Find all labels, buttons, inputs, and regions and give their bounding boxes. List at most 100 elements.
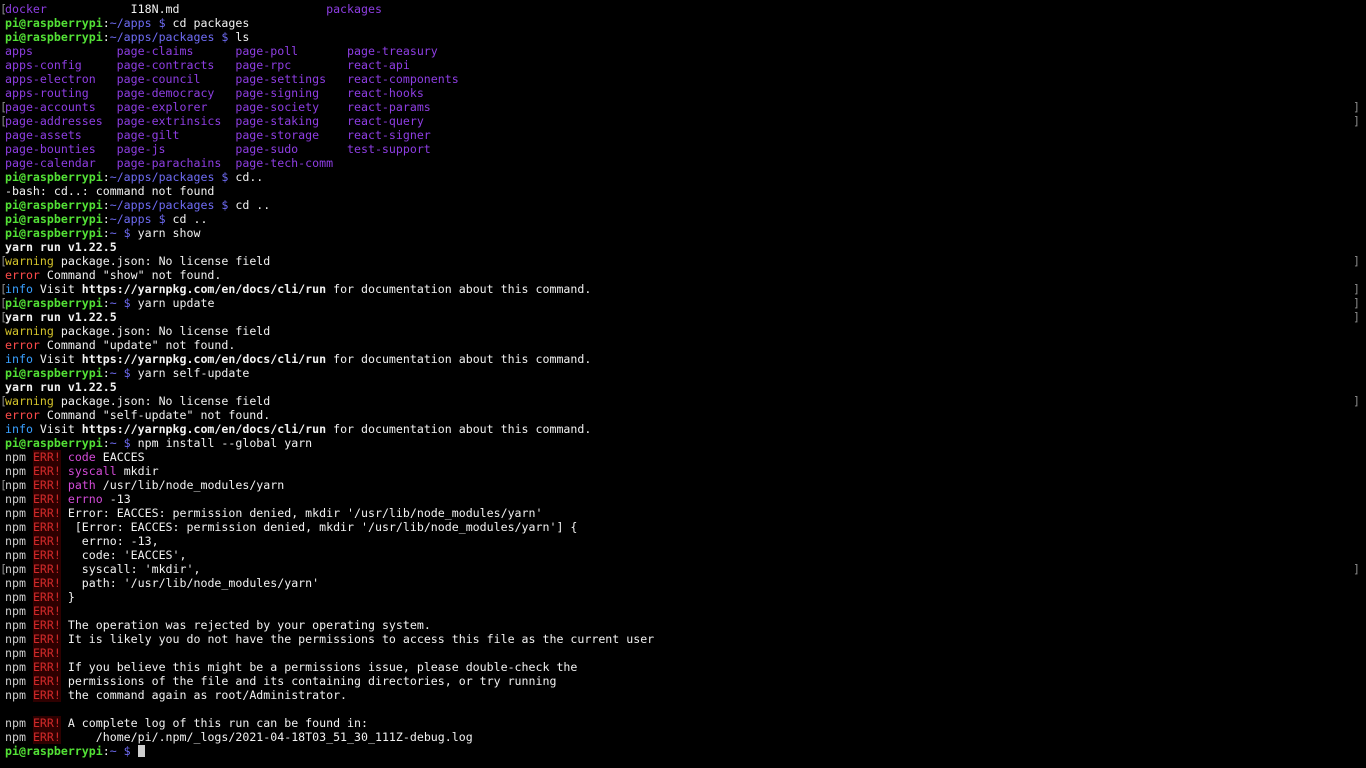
line-marker-right: ] [1353, 254, 1360, 268]
terminal-text-segment: ERR! [32, 506, 61, 520]
terminal-text-segment: warning [5, 324, 54, 338]
terminal-text-segment: cd .. [228, 198, 271, 212]
terminal-text-segment: page-addresses page-extrinsics page-stak… [5, 114, 424, 128]
line-marker-left: [ [0, 100, 7, 114]
terminal-text-segment: ERR! [32, 660, 61, 674]
terminal-text-segment: pi@raspberrypi [5, 436, 103, 450]
terminal-text-segment: : [102, 30, 110, 44]
line-marker-right: ] [1353, 310, 1360, 324]
terminal-line: pi@raspberrypi:~ $ [5, 744, 1366, 758]
terminal-text-segment: } [60, 590, 75, 604]
terminal-text-segment: /home/pi/.npm/_logs/2021-04-18T03_51_30_… [60, 730, 473, 744]
terminal-line: [page-accounts page-explorer page-societ… [0, 100, 1366, 114]
terminal-text-segment: package.json: No license field [53, 324, 271, 338]
terminal-text-segment: : [102, 198, 110, 212]
terminal-text-segment: code: 'EACCES', [60, 548, 187, 562]
terminal-line: [pi@raspberrypi:~ $ yarn update] [0, 296, 1366, 310]
terminal-text-segment: pi@raspberrypi [5, 366, 103, 380]
terminal-line: page-bounties page-js page-sudo test-sup… [5, 142, 1366, 156]
terminal-text-segment: npm [5, 506, 26, 520]
terminal-text-segment: info [5, 282, 33, 296]
terminal-text-segment: ERR! [32, 534, 61, 548]
terminal-text-segment: yarn update [130, 296, 215, 310]
terminal-text-segment: syscall [67, 464, 117, 478]
terminal-text-segment: : [102, 744, 110, 758]
terminal-text-segment: npm [5, 632, 26, 646]
terminal-line: pi@raspberrypi:~/apps/packages $ cd.. [5, 170, 1366, 184]
terminal-text-segment: ~/apps/packages $ [109, 198, 229, 212]
terminal-text-segment: npm [5, 730, 26, 744]
terminal-line: [warning package.json: No license field] [0, 254, 1366, 268]
terminal-text-segment: ERR! [32, 548, 61, 562]
terminal-line: npm ERR! If you believe this might be a … [5, 660, 1366, 674]
terminal-text-segment: : [102, 16, 110, 30]
terminal-line: npm ERR! [Error: EACCES: permission deni… [5, 520, 1366, 534]
terminal-line: pi@raspberrypi:~/apps $ cd .. [5, 212, 1366, 226]
terminal-text-segment: yarn run v1.22.5 [5, 380, 117, 394]
terminal-line: error Command "self-update" not found. [5, 408, 1366, 422]
terminal-text-segment: Visit [32, 282, 82, 296]
terminal-text-segment: ~/apps $ [109, 16, 166, 30]
terminal-line: yarn run v1.22.5 [5, 240, 1366, 254]
terminal-line: npm ERR! errno: -13, [5, 534, 1366, 548]
terminal-window[interactable]: [docker I18N.md packages pi@raspberrypi:~… [0, 0, 1366, 768]
terminal-text-segment: ~/apps/packages $ [109, 170, 229, 184]
terminal-line: npm ERR! A complete log of this run can … [5, 716, 1366, 730]
line-marker-left: [ [0, 254, 7, 268]
terminal-text-segment: ERR! [32, 520, 61, 534]
line-marker-left: [ [0, 2, 7, 16]
terminal-text-segment: EACCES [95, 450, 145, 464]
terminal-text-segment: info [5, 422, 33, 436]
terminal-line: npm ERR! code: 'EACCES', [5, 548, 1366, 562]
terminal-text-segment: code [67, 450, 96, 464]
terminal-text-segment: yarn show [130, 226, 201, 240]
terminal-text-segment: pi@raspberrypi [5, 198, 103, 212]
terminal-text-segment: packages [326, 2, 382, 16]
terminal-text-segment: warning [5, 394, 54, 408]
terminal-text-segment: warning [5, 254, 54, 268]
terminal-text-segment: pi@raspberrypi [5, 296, 103, 310]
terminal-line: apps page-claims page-poll page-treasury [5, 44, 1366, 58]
terminal-text-segment: It is likely you do not have the permiss… [60, 632, 655, 646]
terminal-line: apps-routing page-democracy page-signing… [5, 86, 1366, 100]
terminal-text-segment: apps-electron page-council page-settings… [5, 72, 459, 86]
terminal-text-segment: syscall: 'mkdir', [60, 562, 201, 576]
terminal-text-segment: apps-config page-contracts page-rpc reac… [5, 58, 410, 72]
line-marker-left: [ [0, 282, 7, 296]
terminal-text-segment: for documentation about this command. [326, 352, 592, 366]
terminal-text-segment: docker [5, 2, 47, 16]
terminal-line: [npm ERR! syscall: 'mkdir',] [0, 562, 1366, 576]
terminal-text-segment: ERR! [32, 646, 61, 660]
terminal-text-segment: pi@raspberrypi [5, 30, 103, 44]
terminal-text-segment: for documentation about this command. [326, 422, 592, 436]
terminal-text-segment: cd .. [165, 212, 208, 226]
terminal-text-segment: ~ $ [109, 366, 131, 380]
terminal-text-segment: pi@raspberrypi [5, 744, 103, 758]
terminal-text-segment: /usr/lib/node_modules/yarn [95, 478, 285, 492]
terminal-text-segment: npm [5, 688, 26, 702]
terminal-text-segment: Error: EACCES: permission denied, mkdir … [60, 506, 543, 520]
line-marker-left: [ [0, 562, 7, 576]
terminal-line: [page-addresses page-extrinsics page-sta… [0, 114, 1366, 128]
terminal-line: pi@raspberrypi:~ $ npm install --global … [5, 436, 1366, 450]
terminal-text-segment: errno: -13, [60, 534, 159, 548]
terminal-line: npm ERR! The operation was rejected by y… [5, 618, 1366, 632]
terminal-text-segment: pi@raspberrypi [5, 226, 103, 240]
terminal-text-segment: Visit [32, 422, 82, 436]
terminal-text-segment: ~/apps/packages $ [109, 30, 229, 44]
line-marker-right: ] [1353, 562, 1360, 576]
terminal-text-segment: ERR! [32, 716, 61, 730]
